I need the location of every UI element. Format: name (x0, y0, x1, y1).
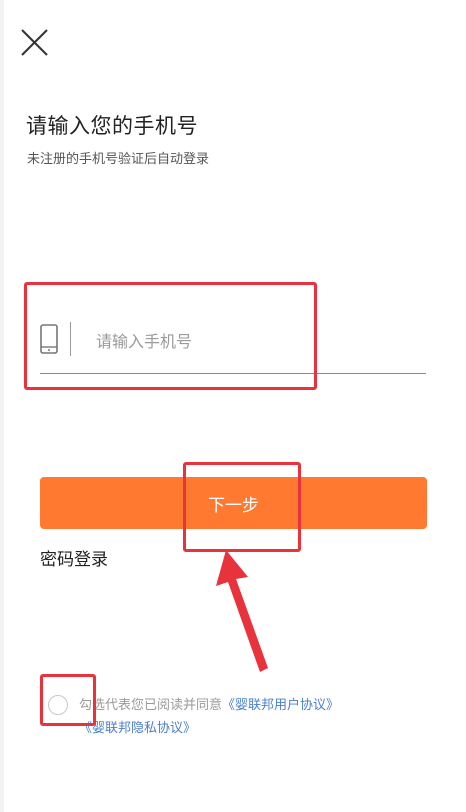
user-agreement-link[interactable]: 《婴联邦用户协议》 (222, 698, 339, 713)
page-title: 请输入您的手机号 (26, 114, 198, 138)
phone-input-row (40, 310, 426, 374)
annotation-arrow-icon (214, 550, 274, 675)
agreement-text: 勾选代表您已阅读并同意《婴联邦用户协议》《婴联邦隐私协议》 (79, 694, 449, 740)
agreement-prefix: 勾选代表您已阅读并同意 (79, 698, 223, 713)
input-divider (70, 322, 71, 356)
page-subtitle: 未注册的手机号验证后自动登录 (27, 152, 210, 167)
page-edge (0, 0, 4, 812)
close-button[interactable] (14, 24, 54, 64)
phone-input[interactable] (96, 324, 416, 358)
password-login-link[interactable]: 密码登录 (40, 545, 108, 570)
privacy-agreement-link[interactable]: 《婴联邦隐私协议》 (79, 721, 196, 736)
phone-icon (40, 324, 58, 354)
close-icon (21, 29, 48, 56)
login-page: 请输入您的手机号 未注册的手机号验证后自动登录 下一步 密码登录 勾选代表您已阅… (0, 0, 466, 812)
agreement-radio[interactable] (48, 695, 68, 715)
next-step-button[interactable]: 下一步 (40, 477, 427, 529)
